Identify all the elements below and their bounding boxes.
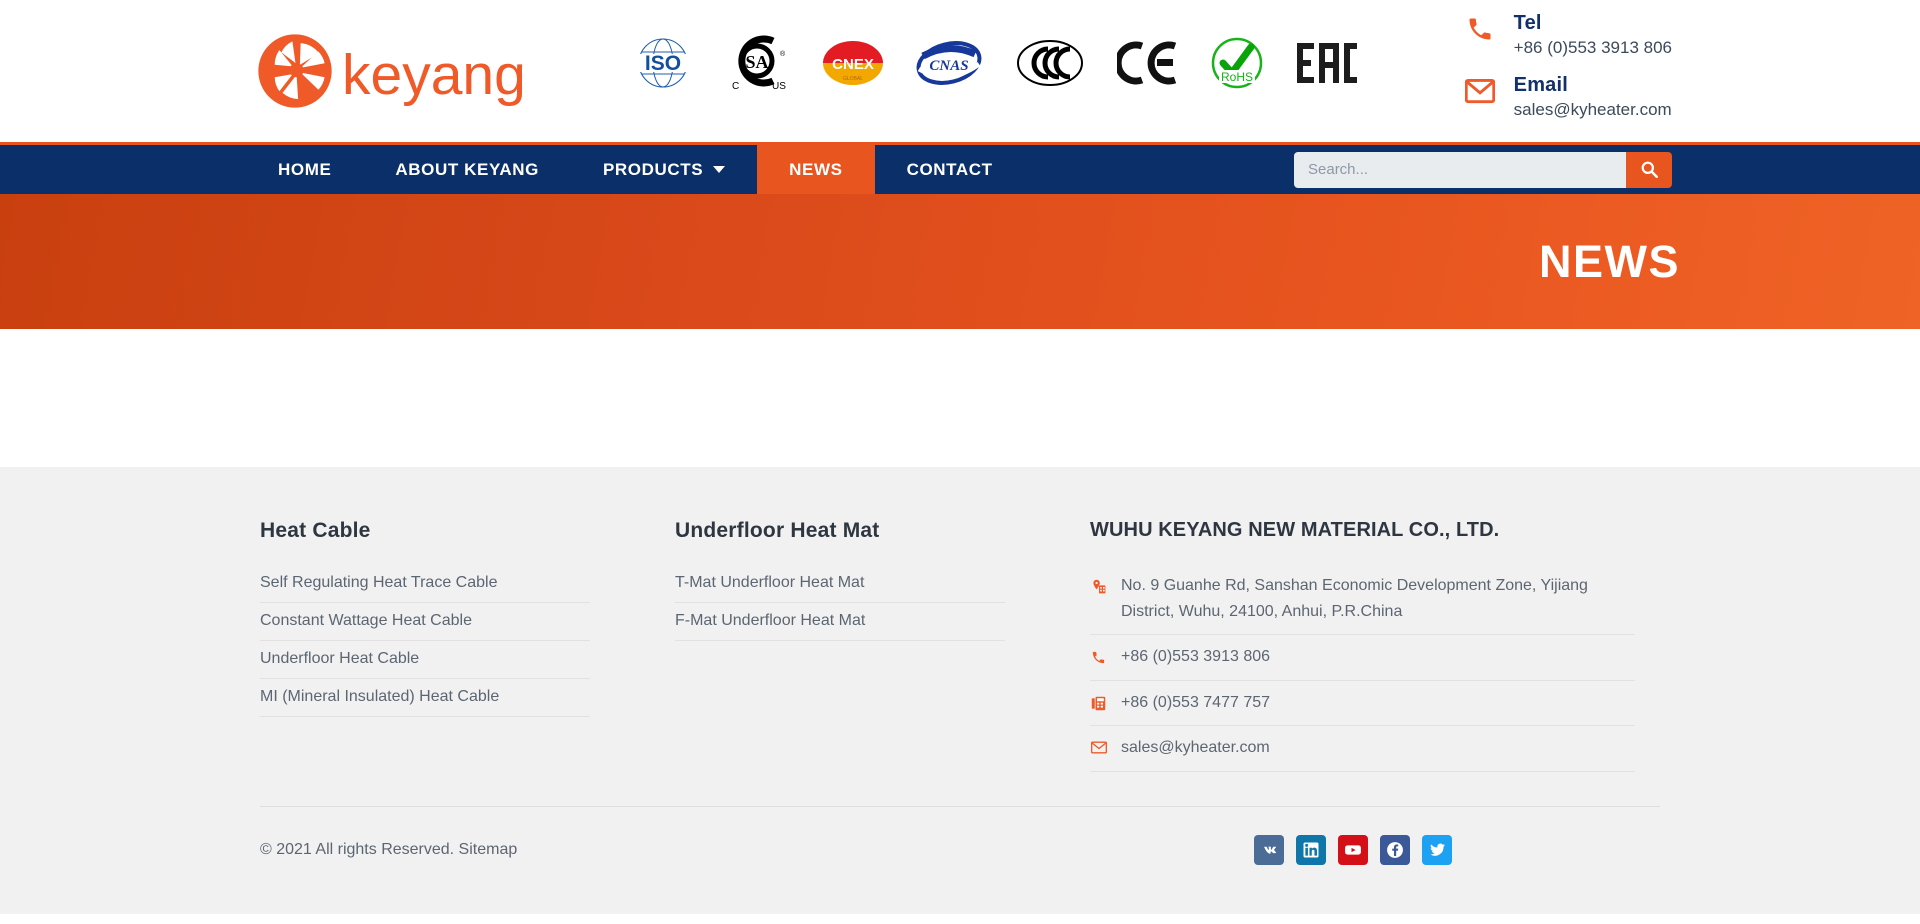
- page-title: NEWS: [1539, 236, 1680, 288]
- ce-badge-icon: [1117, 32, 1179, 94]
- footer-link-underfloor-heat-cable[interactable]: Underfloor Heat Cable: [260, 641, 590, 679]
- company-name: WUHU KEYANG NEW MATERIAL CO., LTD.: [1090, 519, 1660, 542]
- site-header: keyang ISO SA ®: [0, 0, 1920, 142]
- main-navigation: HOME ABOUT KEYANG PRODUCTS NEWS CONTACT: [0, 142, 1920, 194]
- nav-item-contact[interactable]: CONTACT: [875, 145, 1025, 194]
- header-contact-block: Tel +86 (0)553 3913 806 Email sales@kyhe…: [1464, 12, 1672, 122]
- svg-text:CNEX: CNEX: [832, 56, 874, 73]
- svg-text:US: US: [772, 81, 786, 92]
- eac-badge-icon: [1295, 32, 1359, 94]
- nav-item-about-keyang[interactable]: ABOUT KEYANG: [363, 145, 571, 194]
- svg-text:®: ®: [780, 50, 786, 58]
- footer-bottom: © 2021 All rights Reserved. Sitemap: [260, 807, 1660, 865]
- map-pin-icon: [1090, 573, 1107, 595]
- search-button[interactable]: [1626, 152, 1672, 188]
- company-fax-text: +86 (0)553 7477 757: [1121, 690, 1270, 716]
- csa-badge-icon: SA ® C US: [727, 32, 791, 94]
- header-contact-email-value: sales@kyheater.com: [1514, 99, 1672, 122]
- svg-text:ISO: ISO: [645, 52, 681, 75]
- header-contact-tel-label: Tel: [1514, 12, 1672, 35]
- youtube-icon[interactable]: [1338, 835, 1368, 865]
- phone-icon: [1464, 12, 1496, 46]
- header-contact-tel-value: +86 (0)553 3913 806: [1514, 37, 1672, 60]
- page-root: keyang ISO SA ®: [0, 0, 1920, 924]
- nav-item-products-label: PRODUCTS: [603, 160, 703, 180]
- header-contact-email[interactable]: Email sales@kyheater.com: [1464, 74, 1672, 122]
- cnas-badge-icon: CNAS: [915, 32, 983, 94]
- search-box: [1294, 152, 1672, 188]
- envelope-icon: [1464, 74, 1496, 108]
- footer-column-heat-cable-title: Heat Cable: [260, 519, 675, 543]
- footer-link-t-mat-underfloor-heat-mat[interactable]: T-Mat Underfloor Heat Mat: [675, 565, 1005, 603]
- envelope-icon: [1090, 735, 1107, 754]
- copyright-text[interactable]: © 2021 All rights Reserved. Sitemap: [260, 841, 517, 859]
- main-content: [0, 329, 1920, 467]
- svg-text:C: C: [732, 81, 739, 92]
- company-email-row[interactable]: sales@kyheater.com: [1090, 726, 1635, 772]
- svg-text:GLOBAL: GLOBAL: [843, 76, 863, 82]
- nav-item-home[interactable]: HOME: [246, 145, 363, 194]
- iso-badge-icon: ISO: [630, 32, 696, 94]
- chevron-down-icon: [713, 166, 725, 173]
- svg-text:SA: SA: [745, 52, 768, 72]
- company-phone-row[interactable]: +86 (0)553 3913 806: [1090, 635, 1635, 681]
- search-input[interactable]: [1294, 152, 1626, 188]
- company-phone-text: +86 (0)553 3913 806: [1121, 644, 1270, 670]
- cnex-badge-icon: CNEX GLOBAL: [822, 32, 884, 94]
- footer-link-f-mat-underfloor-heat-mat[interactable]: F-Mat Underfloor Heat Mat: [675, 603, 1005, 641]
- footer-link-mi-heat-cable[interactable]: MI (Mineral Insulated) Heat Cable: [260, 679, 590, 717]
- rohs-badge-icon: RoHS: [1210, 32, 1264, 94]
- company-address-row: No. 9 Guanhe Rd, Sanshan Economic Develo…: [1090, 564, 1635, 635]
- svg-text:RoHS: RoHS: [1221, 70, 1253, 84]
- company-address-text: No. 9 Guanhe Rd, Sanshan Economic Develo…: [1121, 573, 1635, 624]
- footer-column-company: WUHU KEYANG NEW MATERIAL CO., LTD. No. 9…: [1090, 519, 1660, 772]
- nav-item-products[interactable]: PRODUCTS: [571, 145, 757, 194]
- facebook-icon[interactable]: [1380, 835, 1410, 865]
- footer-column-heat-cable: Heat Cable Self Regulating Heat Trace Ca…: [260, 519, 675, 772]
- header-contact-email-label: Email: [1514, 74, 1672, 97]
- keyang-k-logo-icon: [256, 32, 334, 110]
- company-email-text: sales@kyheater.com: [1121, 735, 1270, 761]
- site-footer: Heat Cable Self Regulating Heat Trace Ca…: [0, 467, 1920, 914]
- nav-item-contact-label: CONTACT: [907, 160, 993, 180]
- svg-text:CNAS: CNAS: [929, 58, 968, 74]
- footer-link-self-regulating-heat-trace-cable[interactable]: Self Regulating Heat Trace Cable: [260, 565, 590, 603]
- social-links: [1254, 835, 1452, 865]
- footer-column-underfloor-heat-mat: Underfloor Heat Mat T-Mat Underfloor Hea…: [675, 519, 1090, 772]
- fax-icon: [1090, 690, 1107, 711]
- nav-item-news-label: NEWS: [789, 160, 842, 180]
- company-fax-row: +86 (0)553 7477 757: [1090, 681, 1635, 727]
- header-contact-tel[interactable]: Tel +86 (0)553 3913 806: [1464, 12, 1672, 60]
- ccc-badge-icon: [1014, 32, 1086, 94]
- logo-brand-text: keyang: [342, 47, 526, 104]
- footer-column-underfloor-heat-mat-title: Underfloor Heat Mat: [675, 519, 1090, 543]
- nav-item-home-label: HOME: [278, 160, 331, 180]
- certification-badges: ISO SA ® C US: [630, 32, 1359, 94]
- nav-items: HOME ABOUT KEYANG PRODUCTS NEWS CONTACT: [246, 145, 1025, 194]
- phone-icon: [1090, 644, 1107, 665]
- vk-icon[interactable]: [1254, 835, 1284, 865]
- page-banner: NEWS: [0, 194, 1920, 329]
- twitter-icon[interactable]: [1422, 835, 1452, 865]
- linkedin-icon[interactable]: [1296, 835, 1326, 865]
- search-icon: [1641, 161, 1658, 178]
- nav-item-news[interactable]: NEWS: [757, 145, 874, 194]
- footer-columns: Heat Cable Self Regulating Heat Trace Ca…: [260, 467, 1660, 772]
- nav-item-about-keyang-label: ABOUT KEYANG: [395, 160, 539, 180]
- site-logo[interactable]: keyang: [256, 32, 526, 110]
- footer-link-constant-wattage-heat-cable[interactable]: Constant Wattage Heat Cable: [260, 603, 590, 641]
